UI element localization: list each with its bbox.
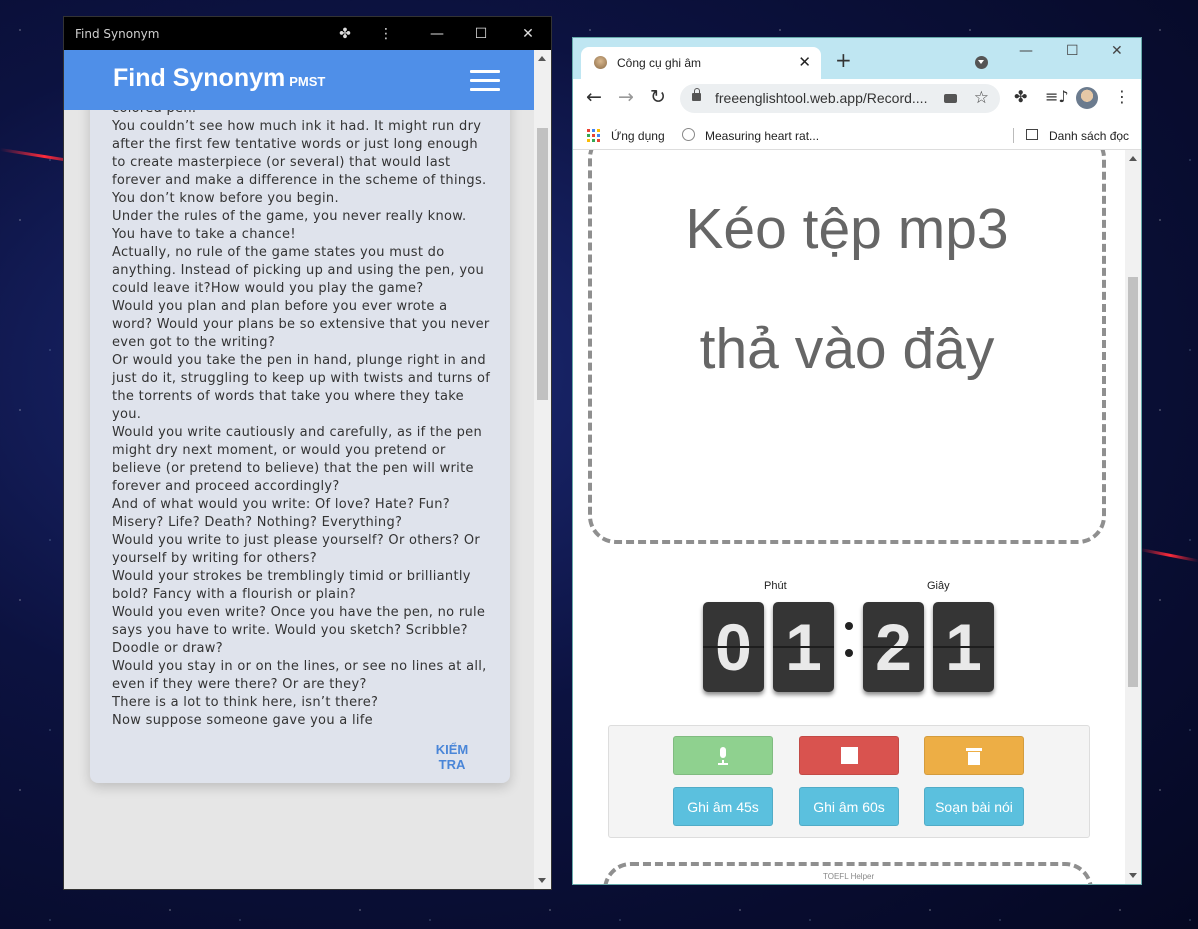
minutes-label: Phút (764, 580, 787, 592)
tab-title: Công cụ ghi âm (617, 56, 702, 70)
timer-digit-second-ones: 1 (933, 602, 994, 692)
bookmark-star-icon[interactable]: ☆ (974, 88, 989, 108)
recorder-controls-panel: Ghi âm 45s Ghi âm 60s Soạn bài nói (608, 725, 1090, 838)
bookmark-apps[interactable]: Ứng dụng (611, 129, 665, 143)
app-subtitle: PMST (289, 74, 326, 89)
tab-favicon-icon (594, 56, 607, 69)
check-button[interactable]: KIỂM TRA (432, 742, 472, 772)
window-title: Find Synonym (75, 26, 160, 41)
passage-text: colored pen. You couldn’t see how much i… (112, 110, 491, 728)
timer-digit-minute-tens: 0 (703, 602, 764, 692)
scroll-down-icon[interactable] (1129, 873, 1137, 878)
minimize-button[interactable]: — (1019, 43, 1033, 59)
tab-search-icon[interactable] (975, 56, 988, 69)
scroll-up-icon[interactable] (538, 56, 546, 61)
new-tab-button[interactable]: + (835, 48, 852, 72)
red-streak (1139, 548, 1198, 563)
menu-dots-icon[interactable]: ⋮ (1114, 88, 1130, 106)
dropzone-line-1: Kéo tệp mp3 (685, 197, 1009, 261)
extensions-puzzle-icon[interactable]: ✤ (1014, 88, 1027, 106)
timer-colon (845, 622, 853, 662)
window-titlebar: Find Synonym ✤ ⋮ — ☐ ✕ (64, 17, 551, 50)
find-synonym-window: Find Synonym ✤ ⋮ — ☐ ✕ Find Synonym PMST … (64, 17, 551, 889)
maximize-button[interactable]: ☐ (458, 17, 504, 50)
browser-window: Công cụ ghi âm ✕ + — ☐ ✕ ← → ↻ freeengli… (573, 38, 1141, 884)
scroll-down-icon[interactable] (538, 878, 546, 883)
media-control-icon[interactable]: ≡♪ (1045, 88, 1069, 106)
passage-card: colored pen. You couldn’t see how much i… (90, 110, 510, 783)
back-arrow-icon[interactable]: ← (586, 87, 602, 107)
tab-strip: Công cụ ghi âm ✕ + — ☐ ✕ (573, 38, 1141, 79)
reading-list-icon[interactable] (1026, 129, 1038, 140)
tab-close-icon[interactable]: ✕ (798, 53, 811, 71)
bookmark-separator (1013, 128, 1014, 143)
browser-toolbar: ← → ↻ freeenglishtool.web.app/Record....… (573, 79, 1141, 117)
stop-button[interactable] (799, 736, 899, 775)
more-vertical-icon[interactable]: ⋮ (363, 17, 409, 50)
record-45s-button[interactable]: Ghi âm 45s (673, 787, 773, 826)
page-scrollbar-thumb[interactable] (1128, 277, 1138, 687)
bookmark-heart-rate[interactable]: Measuring heart rat... (705, 129, 819, 143)
compose-speech-button[interactable]: Soạn bài nói (924, 787, 1024, 826)
delete-button[interactable] (924, 736, 1024, 775)
trash-icon (966, 746, 982, 765)
page-scrollbar[interactable] (1125, 150, 1141, 884)
lock-icon[interactable] (692, 88, 701, 101)
dropzone-line-2: thả vào đây (699, 317, 995, 381)
app-content: colored pen. You couldn’t see how much i… (64, 110, 534, 889)
scrollbar-thumb[interactable] (537, 128, 548, 400)
tab-recorder[interactable]: Công cụ ghi âm ✕ (581, 47, 821, 79)
reload-icon[interactable]: ↻ (650, 87, 666, 107)
app-header: Find Synonym PMST (64, 50, 534, 110)
bookmarks-bar: Ứng dụng Measuring heart rat... Danh sác… (573, 117, 1141, 150)
apps-grid-icon[interactable] (587, 129, 600, 142)
timer-digit-second-tens: 2 (863, 602, 924, 692)
url-text[interactable]: freeenglishtool.web.app/Record.... (715, 90, 927, 106)
close-button[interactable]: ✕ (1111, 43, 1123, 59)
address-bar[interactable]: freeenglishtool.web.app/Record.... ☆ (680, 84, 1000, 113)
scroll-up-icon[interactable] (1129, 156, 1137, 161)
record-button[interactable] (673, 736, 773, 775)
app-title-text: Find Synonym (113, 64, 286, 92)
timer-digit-minute-ones: 1 (773, 602, 834, 692)
profile-avatar[interactable] (1076, 87, 1098, 109)
bookmark-reading-list[interactable]: Danh sách đọc (1049, 129, 1129, 143)
maximize-button[interactable]: ☐ (1066, 43, 1079, 59)
scrollbar[interactable] (534, 50, 551, 889)
bookmark-favicon-icon (682, 128, 695, 141)
close-button[interactable]: ✕ (505, 17, 551, 50)
stop-icon (840, 747, 858, 764)
puzzle-icon[interactable]: ✤ (322, 17, 368, 50)
hamburger-menu-icon[interactable] (470, 70, 500, 92)
footer-text: TOEFL Helper (823, 872, 875, 881)
page-content: Kéo tệp mp3 thả vào đây Phút Giây 0 1 2 … (573, 150, 1125, 884)
app-title: Find Synonym PMST (113, 64, 325, 93)
minimize-button[interactable]: — (414, 17, 460, 50)
mp3-dropzone[interactable]: Kéo tệp mp3 thả vào đây (588, 150, 1106, 544)
camera-blocked-icon[interactable] (944, 94, 957, 103)
microphone-icon (718, 746, 728, 765)
record-60s-button[interactable]: Ghi âm 60s (799, 787, 899, 826)
seconds-label: Giây (927, 580, 950, 592)
forward-arrow-icon[interactable]: → (618, 87, 634, 107)
